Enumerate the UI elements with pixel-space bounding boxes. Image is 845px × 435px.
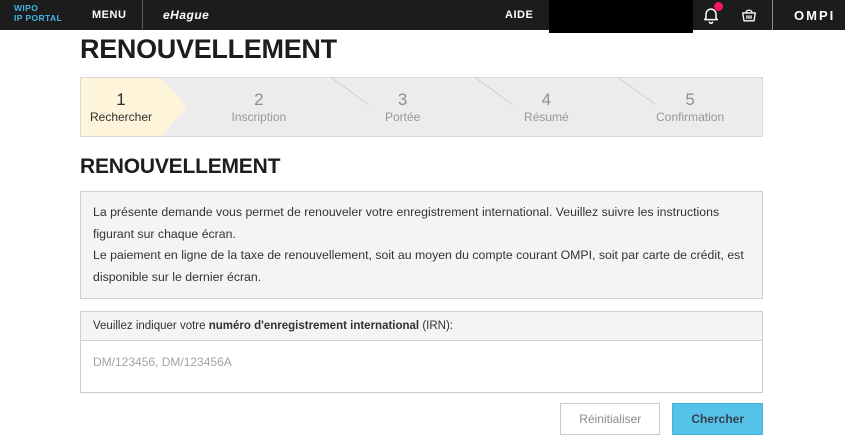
wizard-stepper: 1 Rechercher 2 Inscription 3 Portée 4 Ré… [80, 77, 763, 137]
basket-icon [739, 9, 759, 29]
instructions-paragraph-2: Le paiement en ligne de la taxe de renou… [93, 248, 744, 284]
irn-input[interactable] [80, 341, 763, 394]
instructions-box: La présente demande vous permet de renou… [80, 191, 763, 300]
irn-label-bold: numéro d'enregistrement international [208, 320, 420, 333]
instructions-paragraph-1: La présente demande vous permet de renou… [93, 205, 720, 241]
step-number: 2 [254, 89, 264, 109]
step-number: 1 [116, 89, 126, 109]
step-number: 5 [685, 89, 695, 109]
step-label: Rechercher [89, 109, 153, 124]
step-portee[interactable]: 3 Portée [331, 78, 475, 136]
form-actions: Réinitialiser Chercher [80, 403, 763, 435]
notification-badge [714, 2, 723, 11]
step-label: Résumé [524, 109, 569, 124]
irn-search-panel: Veuillez indiquer votre numéro d'enregis… [80, 311, 763, 394]
step-number: 3 [397, 89, 408, 109]
step-label: Portée [384, 109, 421, 124]
ompi-logo[interactable]: OMPI [794, 0, 835, 30]
step-label: Confirmation [656, 109, 725, 124]
reset-button[interactable]: Réinitialiser [560, 403, 661, 435]
section-heading: RENOUVELLEMENT [80, 155, 281, 178]
aide-button[interactable]: AIDE [505, 0, 533, 30]
search-button[interactable]: Chercher [672, 403, 763, 435]
step-inscription[interactable]: 2 Inscription [187, 78, 331, 136]
step-confirmation[interactable]: 5 Confirmation [618, 78, 762, 136]
wipo-ip-portal-logo[interactable]: WIPO IP PORTAL [14, 3, 63, 24]
redacted-user-info [549, 0, 693, 33]
app-name-ehague: eHague [163, 8, 210, 22]
irn-field-label: Veuillez indiquer votre numéro d'enregis… [80, 311, 763, 342]
step-rechercher[interactable]: 1 Rechercher [81, 78, 187, 136]
step-number: 4 [541, 89, 552, 109]
step-resume[interactable]: 4 Résumé [475, 78, 619, 136]
menu-button[interactable]: MENU [92, 0, 126, 30]
basket-button[interactable] [739, 5, 759, 25]
irn-label-prefix: Veuillez indiquer votre [93, 320, 209, 333]
notifications-button[interactable] [701, 2, 723, 25]
header-divider [142, 0, 143, 30]
top-nav-bar: WIPO IP PORTAL MENU eHague AIDE OMPI [0, 0, 845, 33]
page-title: RENOUVELLEMENT [80, 34, 337, 64]
irn-label-suffix: (IRN): [419, 320, 453, 333]
main-content: RENOUVELLEMENT 1 Rechercher 2 Inscriptio… [80, 30, 763, 435]
bell-icon [701, 8, 721, 29]
wipo-logo-line2: IP PORTAL [14, 12, 63, 23]
header-divider [772, 0, 773, 30]
step-label: Inscription [231, 109, 287, 124]
